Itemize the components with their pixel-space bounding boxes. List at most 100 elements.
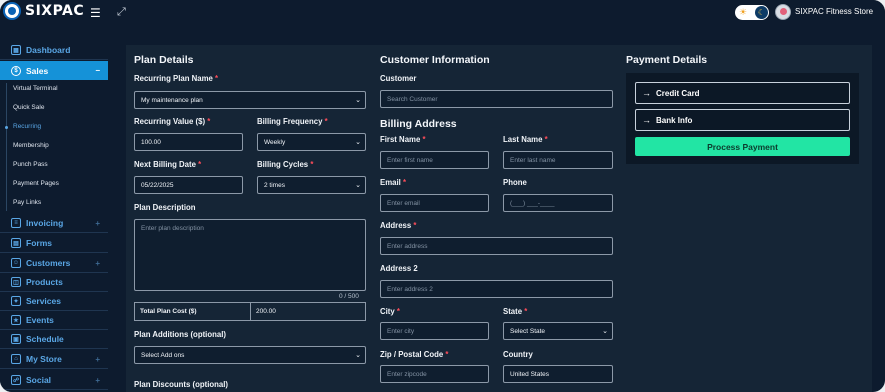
sidebar-sub-payment-pages[interactable]: Payment Pages xyxy=(13,180,59,187)
zip-label: Zip / Postal Code * xyxy=(380,350,449,359)
chevron-down-icon: ⌄ xyxy=(355,352,361,359)
sidebar-sub-pay-links[interactable]: Pay Links xyxy=(13,199,41,206)
sidebar: ▦ Dashboard $ Sales − Virtual Terminal Q… xyxy=(0,38,108,392)
sidebar-item-label: Invoicing xyxy=(26,218,64,228)
address-label: Address * xyxy=(380,221,417,230)
credit-card-button[interactable]: → Credit Card xyxy=(635,82,850,104)
current-indicator xyxy=(5,126,8,129)
billing-cycles-label: Billing Cycles * xyxy=(257,160,314,169)
sidebar-item-schedule[interactable]: ▣ Schedule xyxy=(0,330,108,349)
sidebar-item-label: Events xyxy=(26,315,54,325)
brand-logo[interactable]: SIXPAC xyxy=(3,2,84,20)
submenu-rail xyxy=(6,83,7,211)
email-field[interactable]: Enter email xyxy=(380,194,489,212)
payment-details-title: Payment Details xyxy=(626,54,708,66)
expand-plus-icon[interactable]: + xyxy=(95,355,100,364)
sidebar-item-label: Schedule xyxy=(26,334,64,344)
plan-name-select[interactable]: My maintenance plan ⌄ xyxy=(134,91,366,109)
recurring-value-input[interactable]: 100.00 xyxy=(134,133,243,151)
email-label: Email * xyxy=(380,178,407,187)
next-billing-date-label: Next Billing Date * xyxy=(134,160,202,169)
address2-input[interactable]: Enter address 2 xyxy=(380,280,613,298)
form-icon: ▤ xyxy=(11,238,21,248)
expand-plus-icon[interactable]: + xyxy=(95,259,100,268)
total-plan-cost-row: Total Plan Cost ($) 200.00 xyxy=(134,302,366,321)
sidebar-item-label: Sales xyxy=(26,65,49,76)
customer-info-title: Customer Information xyxy=(380,54,490,66)
sidebar-sub-membership[interactable]: Membership xyxy=(13,142,49,149)
sun-icon: ☀ xyxy=(739,7,748,17)
sidebar-item-label: My Store xyxy=(26,354,62,364)
billing-frequency-select[interactable]: Weekly ⌄ xyxy=(257,133,366,151)
service-icon: ✦ xyxy=(11,296,21,306)
sidebar-sub-quick-sale[interactable]: Quick Sale xyxy=(13,104,44,111)
total-plan-cost-value: 200.00 xyxy=(256,308,276,315)
address2-label: Address 2 xyxy=(380,264,418,273)
avatar[interactable] xyxy=(775,4,791,20)
expand-plus-icon[interactable]: + xyxy=(95,376,100,385)
recurring-value-label: Recurring Value ($) * xyxy=(134,117,211,126)
calendar-icon: ▣ xyxy=(11,334,21,344)
billing-cycles-select[interactable]: 2 times ⌄ xyxy=(257,176,366,194)
city-input[interactable]: Enter city xyxy=(380,322,489,340)
dollar-icon: $ xyxy=(11,65,21,76)
sidebar-sub-recurring[interactable]: Recurring xyxy=(13,123,41,130)
sidebar-item-services[interactable]: ✦ Services xyxy=(0,292,108,311)
customer-label: Customer xyxy=(380,74,417,83)
collapse-icon[interactable]: − xyxy=(95,66,100,75)
sidebar-item-products[interactable]: ◫ Products xyxy=(0,273,108,292)
theme-toggle[interactable]: ☀ ☾ xyxy=(735,5,769,20)
first-name-input[interactable]: Enter first name xyxy=(380,151,489,169)
sidebar-item-forms[interactable]: ▤ Forms xyxy=(0,234,108,253)
sidebar-item-events[interactable]: ★ Events xyxy=(0,311,108,330)
sidebar-item-dashboard[interactable]: ▦ Dashboard xyxy=(0,41,108,60)
logo-icon xyxy=(3,2,21,20)
sidebar-item-label: Services xyxy=(26,296,61,306)
chevron-down-icon: ⌄ xyxy=(355,97,361,104)
star-icon: ★ xyxy=(11,315,21,325)
store-name[interactable]: SIXPAC Fitness Store xyxy=(795,7,873,16)
store-icon: ⌂ xyxy=(11,354,21,364)
last-name-input[interactable]: Enter last name xyxy=(503,151,613,169)
sidebar-item-invoicing[interactable]: ≡ Invoicing + xyxy=(0,214,108,233)
chevron-down-icon: ⌄ xyxy=(355,139,361,146)
last-name-label: Last Name * xyxy=(503,135,548,144)
next-billing-date-input[interactable]: 05/22/2025 xyxy=(134,176,243,194)
bank-info-button[interactable]: → Bank Info xyxy=(635,109,850,131)
state-select[interactable]: Select State ⌄ xyxy=(503,322,613,340)
billing-frequency-label: Billing Frequency * xyxy=(257,117,328,126)
zip-input[interactable]: Enter zipcode xyxy=(380,365,489,383)
brand-name: SIXPAC xyxy=(25,3,85,19)
plan-additions-select[interactable]: Select Add ons ⌄ xyxy=(134,346,366,364)
customer-search-input[interactable]: Search Customer xyxy=(380,90,613,108)
plan-description-textarea[interactable]: Enter plan description xyxy=(134,219,366,291)
sidebar-item-my-store[interactable]: ⌂ My Store + xyxy=(0,350,108,369)
sidebar-item-label: Social xyxy=(26,375,52,385)
sidebar-item-label: Products xyxy=(26,277,63,287)
country-input[interactable]: United States xyxy=(503,365,613,383)
phone-field[interactable]: (___) ___-____ xyxy=(503,194,613,212)
sidebar-sub-punch-pass[interactable]: Punch Pass xyxy=(13,161,48,168)
users-icon: ☺ xyxy=(11,258,21,268)
app-window: SIXPAC ☰ ⤢ ☀ ☾ SIXPAC Fitness Store ▦ Da… xyxy=(0,0,885,392)
sidebar-item-label: Dashboard xyxy=(26,45,71,55)
sidebar-item-customers[interactable]: ☺ Customers + xyxy=(0,254,108,273)
process-payment-button[interactable]: Process Payment xyxy=(635,137,850,156)
sidebar-item-label: Customers xyxy=(26,258,71,268)
description-char-count: 0 / 500 xyxy=(339,293,359,300)
hamburger-icon[interactable]: ☰ xyxy=(90,6,101,20)
plan-additions-label: Plan Additions (optional) xyxy=(134,330,226,339)
dashboard-icon: ▦ xyxy=(11,45,21,55)
address-input[interactable]: Enter address xyxy=(380,237,613,255)
expand-icon[interactable]: ⤢ xyxy=(117,6,126,19)
sidebar-item-sales[interactable]: $ Sales − xyxy=(0,61,108,80)
sidebar-sub-virtual-terminal[interactable]: Virtual Terminal xyxy=(13,85,58,92)
sidebar-item-social[interactable]: ☍ Social + xyxy=(0,371,108,390)
plan-description-label: Plan Description xyxy=(134,203,196,212)
social-icon: ☍ xyxy=(11,375,21,385)
bank-info-label: Bank Info xyxy=(656,115,693,125)
sidebar-item-label: Forms xyxy=(26,238,52,248)
city-label: City * xyxy=(380,307,400,316)
first-name-label: First Name * xyxy=(380,135,426,144)
expand-plus-icon[interactable]: + xyxy=(95,219,100,228)
